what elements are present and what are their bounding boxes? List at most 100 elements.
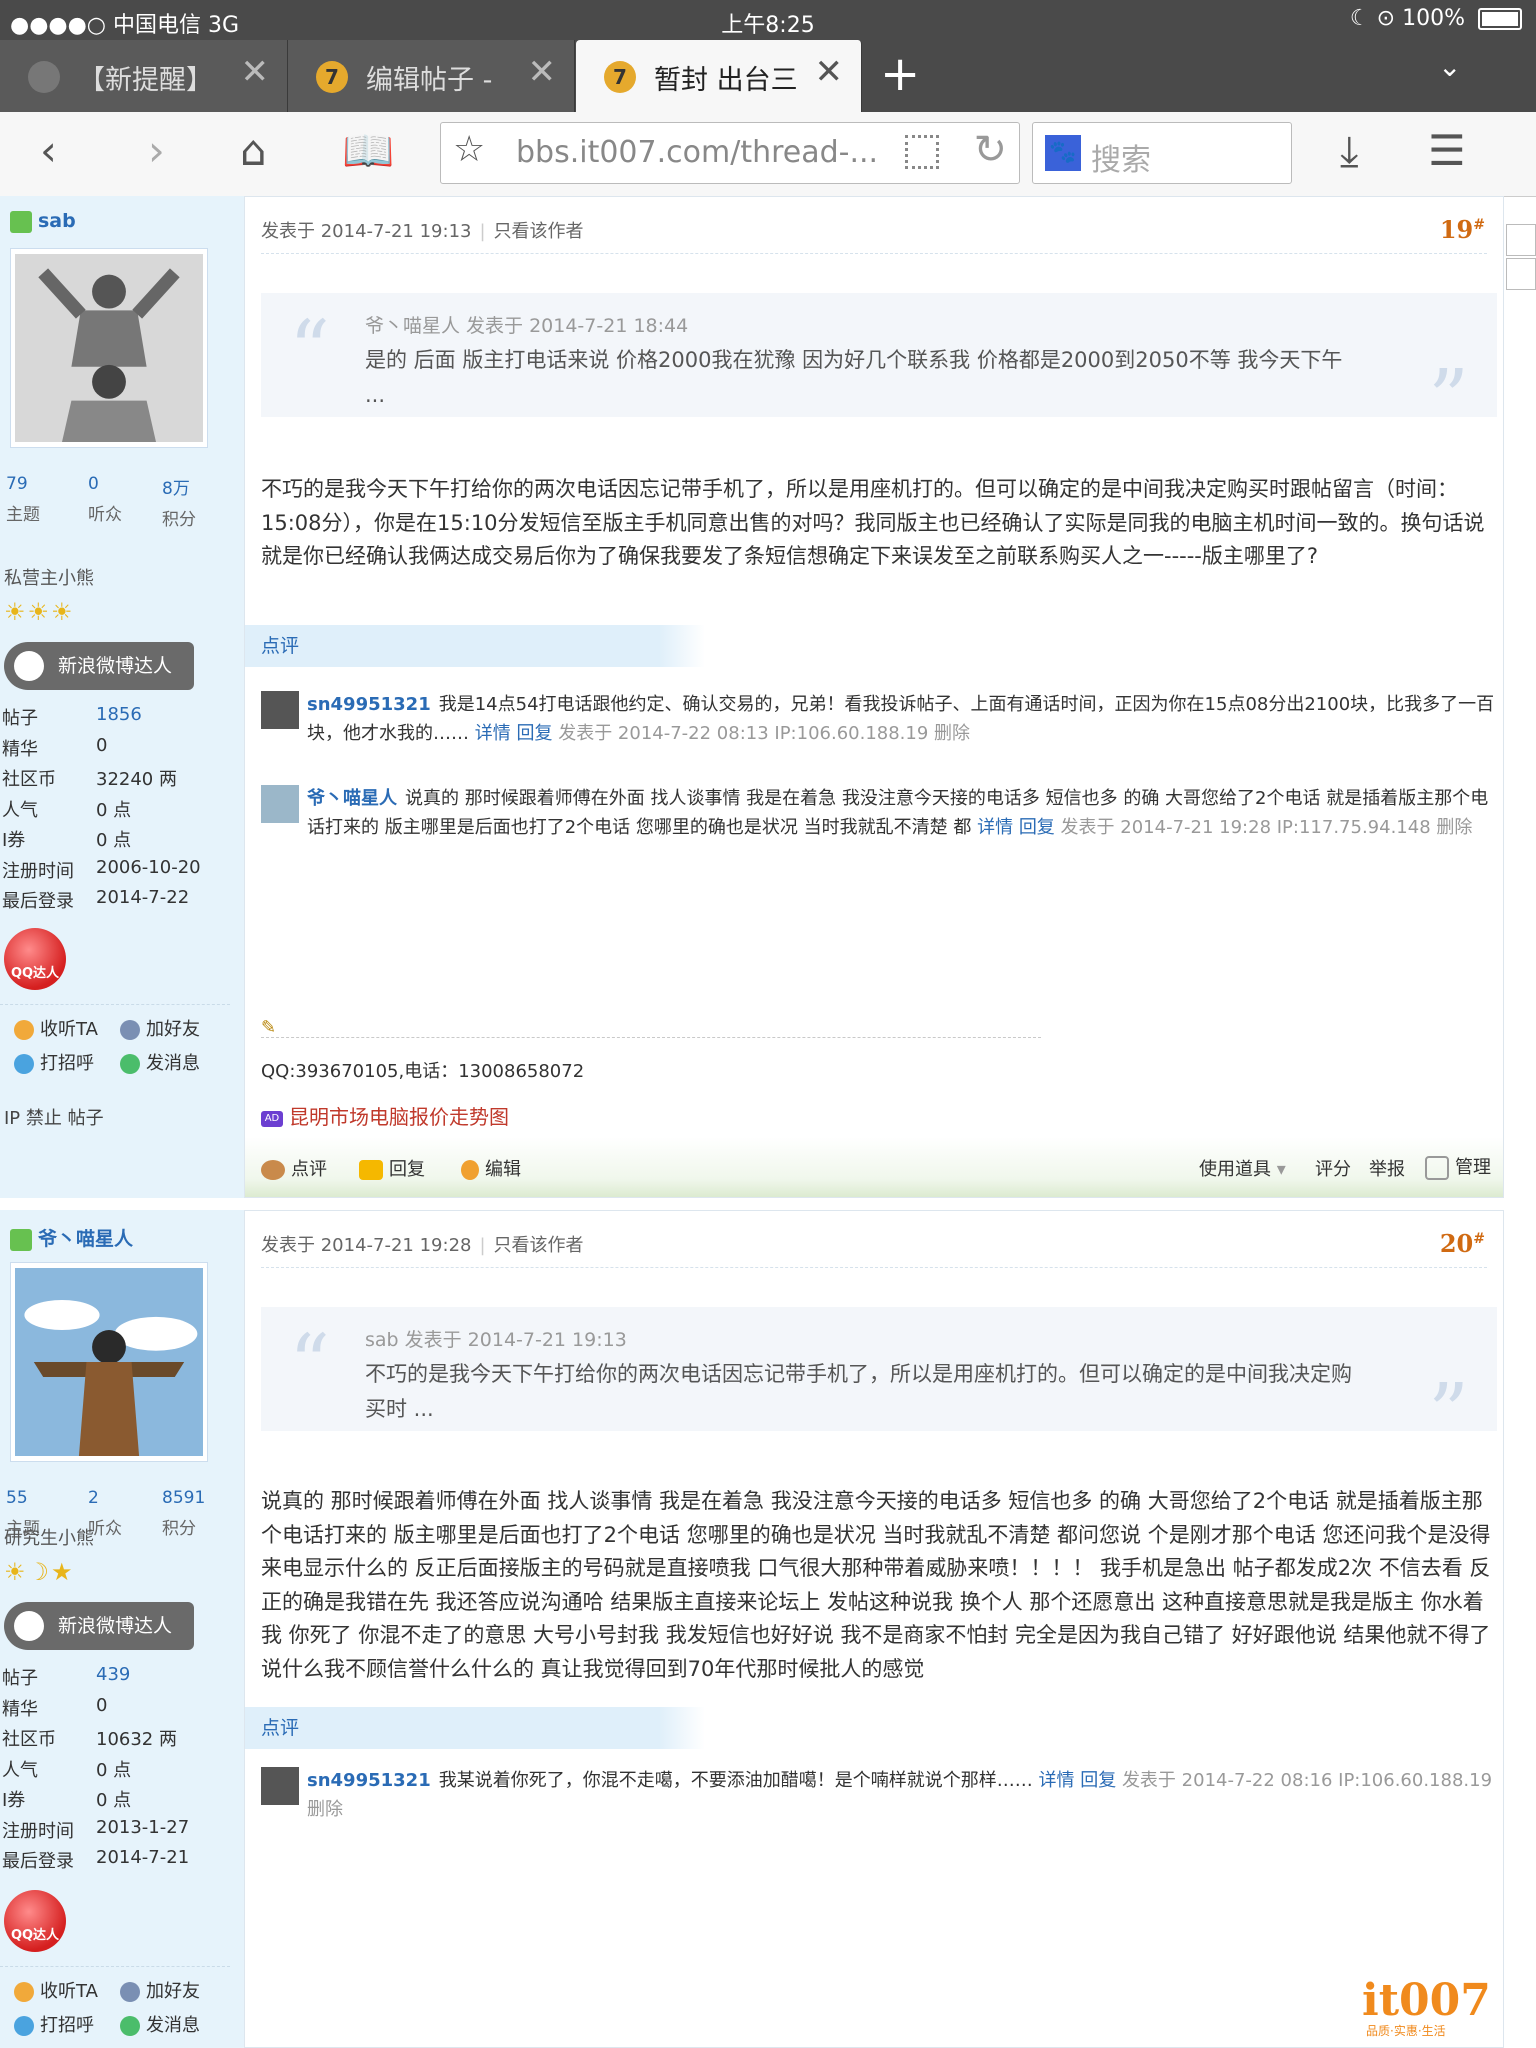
add-friend-icon <box>120 1020 140 1040</box>
user-actions: 收听TA 加好友 打招呼 发消息 <box>0 1966 230 2047</box>
tab-title: 编辑帖子 - <box>366 65 493 96</box>
floor-number[interactable]: 19# <box>1440 215 1485 244</box>
follow-link[interactable]: 收听TA <box>14 1015 98 1041</box>
lock-rotation-icon: ⊙ <box>1376 6 1396 31</box>
tab-notifications[interactable]: 【新提醒】 ✕ <box>0 40 288 112</box>
close-icon[interactable]: ✕ <box>528 52 557 92</box>
side-scroll-buttons[interactable] <box>1506 224 1536 292</box>
username[interactable]: 爷丶喵星人 <box>10 1224 133 1251</box>
floor-number[interactable]: 20# <box>1440 1229 1485 1258</box>
bookmarks-book-icon[interactable]: 📖 <box>342 126 394 176</box>
follow-icon <box>14 1020 34 1040</box>
report-button[interactable]: 举报 <box>1369 1155 1405 1181</box>
search-input[interactable]: 搜索 <box>1091 135 1151 179</box>
commenter-name[interactable]: 爷丶喵星人 <box>307 788 397 809</box>
post-content: 发表于 2014-7-21 19:13 | 只看该作者 19# “ 爷丶喵星人 发表… <box>244 196 1504 1198</box>
follow-link[interactable]: 收听TA <box>14 1977 98 2003</box>
add-friend-link[interactable]: 加好友 <box>120 1015 200 1041</box>
forward-icon[interactable]: › <box>148 126 165 175</box>
status-right: ☾ ⊙ 100% <box>1350 6 1522 31</box>
send-message-link[interactable]: 发消息 <box>120 2011 200 2037</box>
commenter-avatar[interactable] <box>261 785 299 823</box>
baidu-paw-icon: 🐾 <box>1045 135 1081 171</box>
close-icon[interactable]: ✕ <box>815 52 844 92</box>
comment-button[interactable]: 点评 <box>261 1155 327 1181</box>
stat-threads[interactable]: 79 <box>6 474 82 494</box>
download-icon[interactable]: ⤓ <box>1340 126 1359 176</box>
add-friend-link[interactable]: 加好友 <box>120 1977 200 2003</box>
qr-code-icon[interactable] <box>905 135 939 169</box>
message-icon <box>120 2016 140 2036</box>
moon-icon: ☾ <box>1349 6 1370 31</box>
comment-detail-link[interactable]: 详情 <box>475 723 511 744</box>
chevron-down-icon[interactable]: ⌄ <box>1438 50 1461 83</box>
weibo-icon <box>14 651 44 681</box>
close-quote-icon: ” <box>1428 352 1469 445</box>
url-text[interactable]: bbs.it007.com/thread-... <box>516 135 878 170</box>
quote-block: “ 爷丶喵星人 发表于 2014-7-21 18:44 是的 后面 版主打电话来… <box>261 293 1497 445</box>
ad-link[interactable]: AD 昆明市场电脑报价走势图 <box>261 1101 509 1130</box>
avatar[interactable] <box>10 248 208 448</box>
qq-master-badge-icon[interactable]: QQ达人 <box>4 1890 66 1952</box>
back-icon[interactable]: ‹ <box>40 126 57 175</box>
post-time: 发表于 2014-7-21 19:28 <box>261 1235 472 1256</box>
stat-threads[interactable]: 55 <box>6 1488 82 1508</box>
weibo-badge[interactable]: 新浪微博达人 <box>4 642 194 690</box>
stat-followers[interactable]: 0 <box>88 474 164 494</box>
comment-delete-link[interactable]: 删除 <box>1436 817 1472 838</box>
address-bar[interactable]: ☆ bbs.it007.com/thread-... ↻ <box>440 122 1020 184</box>
commenter-name[interactable]: sn49951321 <box>307 1770 431 1791</box>
say-hi-link[interactable]: 打招呼 <box>14 1049 94 1075</box>
comment-reply-link[interactable]: 回复 <box>1080 1770 1116 1791</box>
manage-checkbox[interactable]: 管理 <box>1425 1153 1491 1180</box>
only-author-link[interactable]: 只看该作者 <box>494 221 584 242</box>
post-floor-19: sab 79 主题 0 听众 8万 积分 私营主小熊 ☀☀☀ 新浪微博达人 帖子 185… <box>0 196 1536 1198</box>
tab-current-thread[interactable]: 7 暂封 出台三 ✕ <box>576 40 862 112</box>
new-tab-plus-icon[interactable]: + <box>880 46 920 102</box>
weibo-icon <box>14 1611 44 1641</box>
search-box[interactable]: 🐾 搜索 <box>1032 122 1292 184</box>
stat-followers[interactable]: 2 <box>88 1488 164 1508</box>
close-quote-icon: ” <box>1428 1366 1469 1459</box>
reload-icon[interactable]: ↻ <box>973 127 1007 173</box>
avatar[interactable] <box>10 1262 208 1462</box>
post-meta: 发表于 2014-7-21 19:13 | 只看该作者 <box>261 221 584 242</box>
menu-icon[interactable]: ☰ <box>1428 126 1466 175</box>
comment-delete-link[interactable]: 删除 <box>934 723 970 744</box>
rate-button[interactable]: 评分 <box>1315 1155 1351 1181</box>
comment-reply-link[interactable]: 回复 <box>1019 817 1055 838</box>
user-actions: 收听TA 加好友 打招呼 发消息 <box>0 1004 230 1085</box>
stat-points[interactable]: 8万 <box>162 474 238 499</box>
ip-ban-links[interactable]: IP 禁止 帖子 <box>4 1104 104 1130</box>
commenter-name[interactable]: sn49951321 <box>307 694 431 715</box>
send-message-link[interactable]: 发消息 <box>120 1049 200 1075</box>
post-count[interactable]: 439 <box>96 1664 130 1685</box>
user-rank: 研究生小熊 <box>4 1528 94 1549</box>
star-icon[interactable]: ☆ <box>453 129 485 170</box>
it007-watermark-logo: it007 品质·实惠·生活 <box>1362 1975 1491 2039</box>
comment-delete-link[interactable]: 删除 <box>307 1799 343 1820</box>
commenter-avatar[interactable] <box>261 1767 299 1805</box>
open-quote-icon: “ <box>289 303 330 396</box>
status-bar: ●●●●○ 中国电信 3G 上午8:25 ☾ ⊙ 100% <box>0 0 1536 40</box>
use-tools-dropdown[interactable]: 使用道具 ▾ <box>1199 1155 1286 1181</box>
only-author-link[interactable]: 只看该作者 <box>494 1235 584 1256</box>
tab-edit-post[interactable]: 7 编辑帖子 - ✕ <box>288 40 575 112</box>
qq-master-badge-icon[interactable]: QQ达人 <box>4 928 66 990</box>
ad-icon: AD <box>261 1110 283 1127</box>
comment-detail-link[interactable]: 详情 <box>977 817 1013 838</box>
post-count[interactable]: 1856 <box>96 704 142 725</box>
comment-reply-link[interactable]: 回复 <box>516 723 552 744</box>
post-meta: 发表于 2014-7-21 19:28 | 只看该作者 <box>261 1235 584 1256</box>
username[interactable]: sab <box>10 210 76 233</box>
reply-button[interactable]: 回复 <box>359 1155 425 1181</box>
say-hi-link[interactable]: 打招呼 <box>14 2011 94 2037</box>
comment-detail-link[interactable]: 详情 <box>1038 1770 1074 1791</box>
stat-points[interactable]: 8591 <box>162 1488 238 1508</box>
tab-bar: 【新提醒】 ✕ 7 编辑帖子 - ✕ 7 暂封 出台三 ✕ + ⌄ <box>0 40 1536 112</box>
close-icon[interactable]: ✕ <box>241 52 270 92</box>
edit-button[interactable]: 编辑 <box>461 1155 521 1181</box>
commenter-avatar[interactable] <box>261 691 299 729</box>
home-icon[interactable]: ⌂ <box>240 126 267 175</box>
weibo-badge[interactable]: 新浪微博达人 <box>4 1602 194 1650</box>
